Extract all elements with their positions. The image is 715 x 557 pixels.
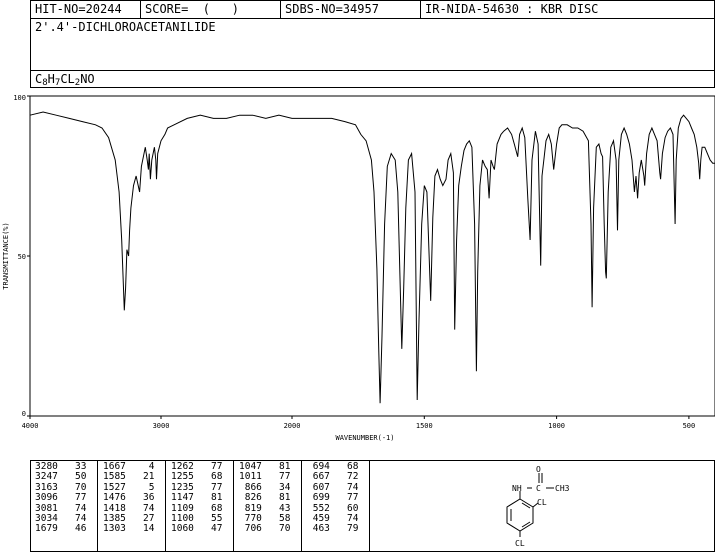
- x-tick-label: 2000: [284, 422, 301, 430]
- ir-spectrum-chart: 100500 4000 3000 2000 1500 1000 500 TRANSMITT…: [2, 94, 715, 442]
- carbon-label: C: [536, 484, 541, 493]
- nh-label: NH: [512, 484, 522, 493]
- ch3-label: CH3: [555, 484, 570, 493]
- peak-column: 694 68 667 72 607 74 699 77 552 60 459 7…: [307, 461, 359, 535]
- peak-column: 1047 81 1011 77 866 34 826 81 819 43 770 …: [239, 461, 291, 535]
- x-axis-label: WAVENUMBER(-1): [335, 434, 394, 442]
- peak-column: 3280 33 3247 50 3163 70 3096 77 3081 74 3034 …: [35, 461, 87, 535]
- peak-row: 1060 47: [171, 523, 223, 535]
- peak-column: 1667 4 1585 21 1527 5 1476 36 1418 74 1385 27…: [103, 461, 155, 535]
- peak-column: 1262 77 1255 68 1235 77 1147 81 1109 68 1100 …: [171, 461, 223, 535]
- peak-row: 463 79: [307, 523, 359, 535]
- spectrum-line: [29, 111, 715, 404]
- x-tick-label: 1500: [416, 422, 433, 430]
- chlorine-label-para: CL: [515, 539, 525, 548]
- chemical-structure: O NH C CH3 CL CL: [370, 460, 715, 552]
- x-tick-label: 1000: [548, 422, 565, 430]
- peak-column-divider: [97, 461, 98, 551]
- y-tick-label: 50: [18, 253, 26, 261]
- peak-row: 706 70: [239, 523, 291, 535]
- x-tick-label: 4000: [22, 422, 39, 430]
- x-tick-label: 500: [683, 422, 696, 430]
- peak-column-divider: [165, 461, 166, 551]
- peak-column-divider: [233, 461, 234, 551]
- ring-double-bond: [521, 521, 531, 528]
- structure-drawing: O NH C CH3 CL CL: [506, 465, 570, 548]
- peak-row: 1303 14: [103, 523, 155, 535]
- chlorine-label-ortho: CL: [537, 498, 547, 507]
- y-axis-label: TRANSMITTANCE(%): [2, 222, 10, 289]
- peak-row: 1679 46: [35, 523, 87, 535]
- y-tick-label: 0: [22, 410, 26, 418]
- peak-column-divider: [301, 461, 302, 551]
- y-tick-label: 100: [13, 94, 26, 102]
- ring-double-bond: [521, 502, 531, 509]
- x-tick-label: 3000: [153, 422, 170, 430]
- peak-table: 3280 33 3247 50 3163 70 3096 77 3081 74 3034 …: [30, 460, 370, 552]
- oxygen-label: O: [536, 465, 541, 474]
